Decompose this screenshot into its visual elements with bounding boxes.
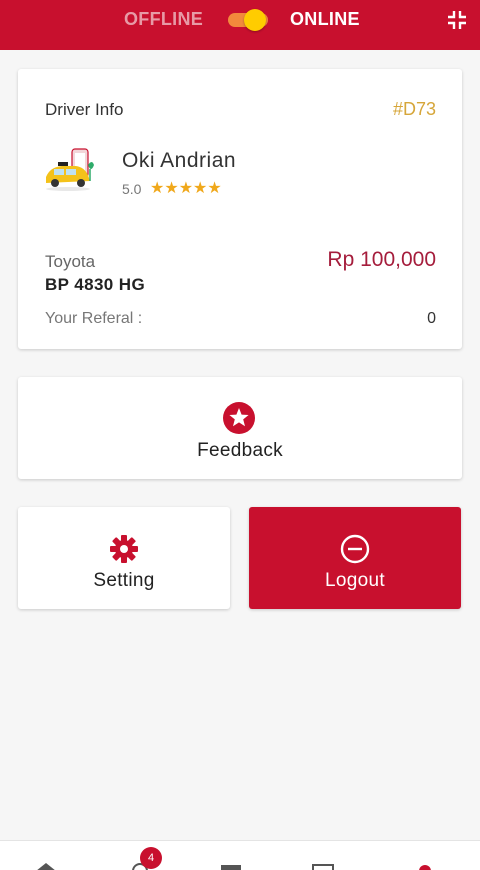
- collapse-icon[interactable]: [446, 9, 468, 31]
- referral-label: Your Referal :: [45, 310, 143, 327]
- balance-amount: Rp 100,000: [327, 248, 436, 271]
- status-bar: OFFLINE ONLINE: [0, 0, 480, 50]
- feedback-button[interactable]: Feedback: [18, 377, 462, 479]
- logout-label: Logout: [325, 570, 385, 591]
- driver-info-card: Driver Info #D73 Oki Andrian 5.0 ★★★★★ T…: [18, 69, 462, 349]
- offline-label[interactable]: OFFLINE: [124, 9, 203, 30]
- vehicle-plate: BP 4830 HG: [45, 275, 146, 294]
- driver-avatar: [46, 148, 94, 191]
- gear-icon: [110, 535, 138, 563]
- feedback-label: Feedback: [197, 440, 283, 461]
- notification-badge: 4: [140, 847, 162, 869]
- minus-circle-icon: [340, 534, 370, 564]
- driver-name: Oki Andrian: [122, 149, 237, 172]
- setting-label: Setting: [93, 570, 155, 591]
- setting-button[interactable]: Setting: [18, 507, 230, 609]
- driver-info-title: Driver Info: [45, 100, 124, 119]
- profile-icon[interactable]: [413, 859, 437, 870]
- star-circle-icon: [223, 402, 255, 434]
- home-icon[interactable]: [34, 859, 58, 870]
- list-icon[interactable]: [219, 859, 243, 870]
- document-icon[interactable]: [311, 859, 335, 870]
- driver-code: #D73: [392, 99, 436, 119]
- online-toggle[interactable]: [228, 9, 268, 31]
- vehicle-brand: Toyota: [45, 252, 96, 271]
- star-rating-icons: ★★★★★: [150, 180, 222, 197]
- toggle-knob: [244, 9, 266, 31]
- bottom-navigation: [0, 840, 480, 870]
- online-label[interactable]: ONLINE: [290, 9, 360, 30]
- referral-value: 0: [427, 310, 436, 327]
- driver-rating: 5.0: [122, 181, 142, 197]
- logout-button[interactable]: Logout: [249, 507, 461, 609]
